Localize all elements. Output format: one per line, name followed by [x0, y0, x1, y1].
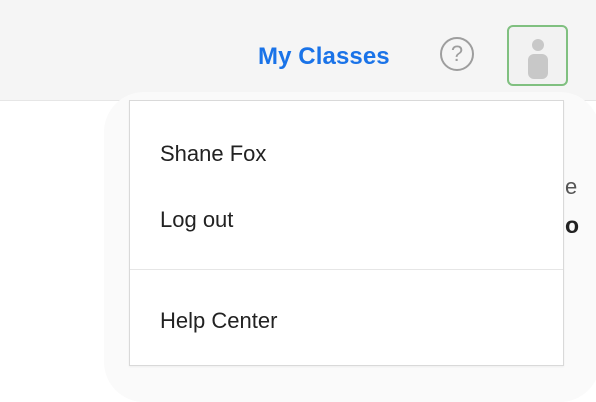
menu-item-log-out[interactable]: Log out	[160, 205, 233, 235]
account-dropdown-menu: Shane Fox Log out Help Center	[129, 100, 564, 366]
help-button[interactable]: ?	[440, 37, 474, 71]
top-navigation-bar: My Classes ?	[0, 0, 596, 101]
my-classes-link[interactable]: My Classes	[258, 41, 390, 73]
menu-divider	[130, 269, 563, 270]
question-circle-icon: ?	[450, 41, 464, 66]
user-avatar-button[interactable]	[507, 25, 568, 86]
user-silhouette-icon	[528, 39, 548, 79]
menu-item-user-name[interactable]: Shane Fox	[160, 139, 266, 169]
background-text-fragment: o	[565, 212, 580, 238]
background-text-fragment: e	[565, 174, 578, 199]
menu-item-help-center[interactable]: Help Center	[160, 306, 277, 336]
